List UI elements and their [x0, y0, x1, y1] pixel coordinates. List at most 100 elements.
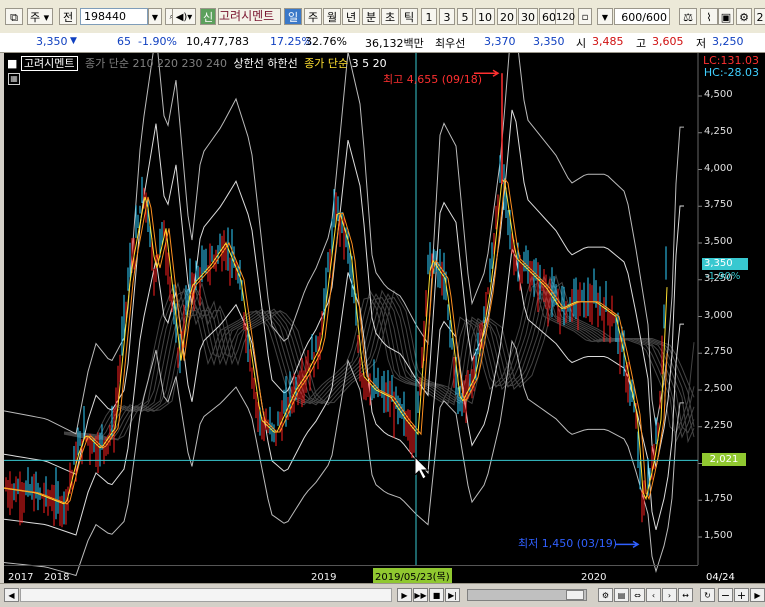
scroll-bar-area: ◀ ▶ ▶▶ ■ ▶| ⚙ ▤ ⇔ ‹ › ↔ ↻ − + ▶ — [0, 583, 765, 607]
x-label-2020: 2020 — [581, 572, 607, 583]
period-year[interactable]: 년 — [342, 8, 360, 25]
zoom-slider-thumb[interactable] — [566, 590, 584, 600]
period-second[interactable]: 초 — [381, 8, 399, 25]
price-change: 65 — [117, 35, 131, 48]
play-icon[interactable]: ▶ — [397, 588, 412, 602]
forward-end-icon[interactable]: ▶| — [445, 588, 460, 602]
open-label: 시 — [576, 37, 587, 50]
interval-120[interactable]: 120 — [555, 8, 575, 25]
low-label: 저 — [696, 37, 707, 50]
y-axis-label: 2,250 — [704, 419, 733, 431]
sound-icon[interactable]: ◀)▾ — [172, 8, 196, 25]
play-fast-icon[interactable]: ▶▶ — [413, 588, 428, 602]
high-label: 고 — [636, 37, 647, 50]
legend-ma-long: 종가 단순 210 220 230 240 — [85, 57, 227, 70]
current-price: 3,350 — [36, 35, 68, 48]
legend-marker-icon: ■ — [7, 57, 18, 70]
link-icon[interactable]: ⇔ — [630, 588, 645, 602]
chart-options-icon[interactable]: ⚙ — [598, 588, 613, 602]
compare-icon[interactable]: ⚖ — [679, 8, 697, 25]
period-minute[interactable]: 분 — [362, 8, 380, 25]
ma-short-line — [4, 178, 668, 505]
y-axis-label: 3,500 — [704, 236, 733, 247]
legend-envelope: 상한선 하한선 — [233, 57, 298, 70]
zoom-slider[interactable] — [467, 589, 587, 601]
y-axis-label: 4,250 — [704, 125, 733, 137]
low-price: 3,250 — [712, 35, 744, 48]
last-date-label: 04/24 — [706, 572, 735, 583]
range-button[interactable]: 전 — [59, 8, 77, 25]
scroll-track[interactable] — [20, 588, 392, 602]
period-tick[interactable]: 틱 — [400, 8, 418, 25]
fit-icon[interactable]: ▤ — [614, 588, 629, 602]
y-axis-label: 2,750 — [704, 346, 733, 358]
count-total: /600 — [642, 11, 667, 24]
count-down-icon[interactable]: ▼ — [597, 8, 613, 25]
ask-price: 3,370 — [484, 35, 516, 48]
x-label-2019: 2019 — [311, 572, 337, 583]
open-price: 3,485 — [592, 35, 624, 48]
low-arrow-icon — [616, 540, 640, 548]
code-dropdown-icon[interactable]: ▼ — [148, 8, 162, 25]
stop-icon[interactable]: ■ — [429, 588, 444, 602]
gear-icon[interactable]: ⚙ — [736, 8, 752, 25]
high-price: 3,605 — [652, 35, 684, 48]
x-label-2017: 2017 — [8, 572, 34, 583]
period-week[interactable]: 주 — [304, 8, 322, 25]
cursor-price-badge: 2,021 — [702, 453, 746, 466]
x-axis-line — [4, 565, 698, 566]
collapse-icon[interactable]: ‹ — [646, 588, 661, 602]
expand-icon[interactable]: › — [662, 588, 677, 602]
interval-10[interactable]: 10 — [475, 8, 495, 25]
last-change-label: -1.90% — [705, 271, 741, 282]
grid-toggle-icon[interactable]: ▦ — [8, 73, 20, 85]
quote-bar: 3,350 ▼ 65 -1.90% 10,477,783 17.25% 32.7… — [0, 33, 765, 53]
y-axis-label: 4,000 — [704, 162, 733, 174]
y-axis-label: 2,500 — [704, 383, 733, 394]
type-label: 주 — [30, 11, 41, 24]
chart-type-icon[interactable]: ⌇ — [700, 8, 718, 25]
legend-ma-short-label: 종가 단순 — [304, 57, 349, 70]
zoom-out-icon[interactable]: − — [718, 588, 733, 602]
scroll-left-icon[interactable]: ◀ — [4, 588, 19, 602]
y-axis-label: 1,750 — [704, 493, 733, 505]
stock-code-input[interactable]: 198440 — [80, 8, 148, 25]
chart-canvas[interactable] — [4, 53, 765, 583]
scroll-thumb[interactable] — [21, 589, 391, 601]
zoom-in-icon[interactable]: + — [734, 588, 749, 602]
interval-5[interactable]: 5 — [457, 8, 473, 25]
y-axis-label: 3,000 — [704, 309, 733, 321]
price-change-pct: -1.90% — [138, 35, 177, 48]
price-chart[interactable]: ■ 고려시멘트 종가 단순 210 220 230 240 상한선 하한선 종가… — [4, 53, 765, 583]
last-price-badge: 3,350 — [702, 258, 748, 270]
high-annotation: 최고 4,655 (09/18) — [383, 73, 483, 86]
legend-stock-name: 고려시멘트 — [20, 56, 78, 71]
interval-1[interactable]: 1 — [421, 8, 437, 25]
ratio-pct: 32.76% — [305, 35, 347, 48]
settings-small-icon[interactable]: ▫ — [578, 8, 592, 25]
chart-legend: ■ 고려시멘트 종가 단순 210 220 230 240 상한선 하한선 종가… — [7, 55, 387, 71]
period-day[interactable]: 일 — [284, 8, 302, 25]
down-arrow-icon: ▼ — [70, 36, 77, 46]
ask-label: 최우선 — [435, 37, 466, 50]
trade-amount: 36,132백만 — [365, 37, 424, 50]
count-input[interactable]: 600/600 — [614, 8, 670, 25]
save-icon[interactable]: ▣ — [718, 8, 734, 25]
cursor-date-badge: 2019/05/23(목) — [373, 568, 452, 583]
refresh-icon[interactable]: ↻ — [700, 588, 715, 602]
toolbar: ⧉ 주 ▾ 전 198440 ▼ ⌕ ◀)▾ 신 고려시멘트 일 주 월 년 분… — [0, 0, 765, 34]
stock-name: 고려시멘트 — [218, 8, 281, 25]
volume: 10,477,783 — [186, 35, 249, 48]
interval-30[interactable]: 30 — [518, 8, 538, 25]
y-axis-label: 1,500 — [704, 530, 733, 541]
period-month[interactable]: 월 — [323, 8, 341, 25]
interval-3[interactable]: 3 — [439, 8, 455, 25]
interval-20[interactable]: 20 — [497, 8, 517, 25]
type-select[interactable]: 주 ▾ — [27, 8, 53, 25]
arrows-icon[interactable]: ↔ — [678, 588, 693, 602]
credit-badge: 신 — [200, 8, 216, 25]
window-icon[interactable]: ⧉ — [5, 8, 23, 25]
low-annotation: 최저 1,450 (03/19) — [518, 537, 618, 550]
scroll-right-icon[interactable]: ▶ — [750, 588, 765, 602]
extra-button[interactable]: 2 — [754, 8, 765, 25]
